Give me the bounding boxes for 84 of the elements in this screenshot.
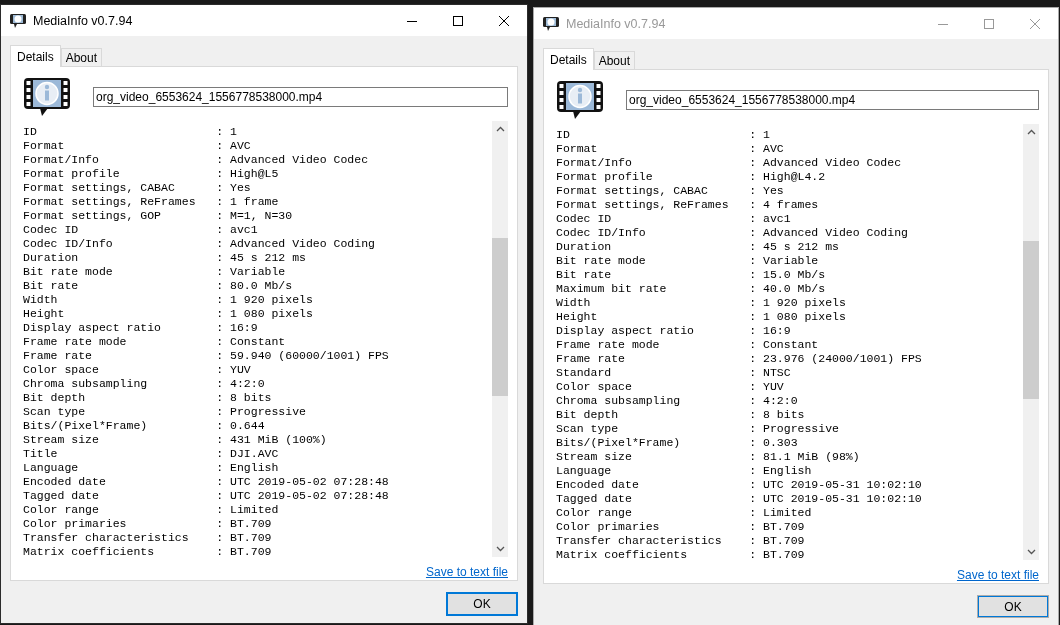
info-line: ID : 1 bbox=[556, 128, 771, 142]
info-line: Bit depth : 8 bits bbox=[23, 391, 273, 405]
info-line: Height : 1 080 pixels bbox=[556, 310, 847, 324]
info-line: Encoded date : UTC 2019-05-02 07:28:48 bbox=[23, 475, 390, 489]
info-line: Bits/(Pixel*Frame) : 0.303 bbox=[556, 436, 799, 450]
info-line: Codec ID/Info : Advanced Video Coding bbox=[23, 237, 376, 251]
info-line: Title : DJI.AVC bbox=[23, 447, 280, 461]
scroll-down-icon[interactable] bbox=[1026, 549, 1036, 555]
scroll-up-icon[interactable] bbox=[495, 126, 505, 132]
info-line: Stream size : 431 MiB (100%) bbox=[23, 433, 328, 447]
info-line: Maximum bit rate : 40.0 Mb/s bbox=[556, 282, 827, 296]
info-line: Format settings, CABAC : Yes bbox=[23, 181, 252, 195]
info-line: Bit rate : 80.0 Mb/s bbox=[23, 279, 294, 293]
info-line: Format settings, CABAC : Yes bbox=[556, 184, 785, 198]
info-line: Transfer characteristics : BT.709 bbox=[556, 534, 806, 548]
scroll-down-icon[interactable] bbox=[495, 546, 505, 552]
scrollbar[interactable] bbox=[1023, 124, 1039, 560]
save-to-file-link[interactable]: Save to text file bbox=[425, 565, 508, 579]
info-line: Frame rate mode : Constant bbox=[23, 335, 287, 349]
info-line: Duration : 45 s 212 ms bbox=[556, 240, 840, 254]
info-line: Tagged date : UTC 2019-05-02 07:28:48 bbox=[23, 489, 390, 503]
info-line: ID : 1 bbox=[23, 125, 238, 139]
info-line: Encoded date : UTC 2019-05-31 10:02:10 bbox=[556, 478, 923, 492]
info-line: Format settings, GOP : M=1, N=30 bbox=[23, 209, 294, 223]
info-line: Format/Info : Advanced Video Codec bbox=[556, 156, 903, 170]
film-info-icon bbox=[556, 80, 604, 120]
maximize-icon[interactable] bbox=[452, 14, 464, 27]
info-line: Bit rate mode : Variable bbox=[556, 254, 820, 268]
info-line: Tagged date : UTC 2019-05-31 10:02:10 bbox=[556, 492, 923, 506]
info-line: Language : English bbox=[23, 461, 280, 475]
info-line: Format settings, ReFrames : 1 frame bbox=[23, 195, 280, 209]
film-info-icon bbox=[23, 77, 71, 117]
info-bubble-icon bbox=[542, 15, 560, 32]
info-bubble-icon bbox=[9, 12, 27, 29]
info-line: Format : AVC bbox=[23, 139, 252, 153]
scrollbar-thumb[interactable] bbox=[1023, 241, 1039, 399]
info-line: Color primaries : BT.709 bbox=[23, 517, 273, 531]
info-line: Language : English bbox=[556, 464, 813, 478]
info-line: Height : 1 080 pixels bbox=[23, 307, 314, 321]
info-line: Format/Info : Advanced Video Codec bbox=[23, 153, 370, 167]
window-title: MediaInfo v0.7.94 bbox=[33, 13, 133, 28]
info-line: Bit rate : 15.0 Mb/s bbox=[556, 268, 827, 282]
info-line: Frame rate : 23.976 (24000/1001) FPS bbox=[556, 352, 923, 366]
info-line: Color range : Limited bbox=[556, 506, 813, 520]
info-line: Codec ID : avc1 bbox=[23, 223, 259, 237]
info-line: Format settings, ReFrames : 4 frames bbox=[556, 198, 820, 212]
scrollbar-thumb[interactable] bbox=[492, 238, 508, 396]
info-line: Codec ID/Info : Advanced Video Coding bbox=[556, 226, 909, 240]
info-line: Color range : Limited bbox=[23, 503, 280, 517]
info-text-area[interactable] bbox=[23, 121, 508, 557]
info-line: Format : AVC bbox=[556, 142, 785, 156]
info-line: Transfer characteristics : BT.709 bbox=[23, 531, 273, 545]
info-line: Chroma subsampling : 4:2:0 bbox=[23, 377, 266, 391]
info-line: Frame rate : 59.940 (60000/1001) FPS bbox=[23, 349, 390, 363]
info-line: Matrix coefficients : BT.709 bbox=[23, 545, 273, 557]
info-line: Color space : YUV bbox=[23, 363, 252, 377]
info-line: Display aspect ratio : 16:9 bbox=[556, 324, 792, 338]
info-line: Stream size : 81.1 MiB (98%) bbox=[556, 450, 861, 464]
close-icon[interactable] bbox=[498, 14, 510, 27]
file-name-field[interactable]: org_video_6553624_1556778538000.mp4 bbox=[93, 87, 508, 107]
info-line: Scan type : Progressive bbox=[23, 405, 307, 419]
info-line: Width : 1 920 pixels bbox=[556, 296, 847, 310]
info-line: Color space : YUV bbox=[556, 380, 785, 394]
info-line: Chroma subsampling : 4:2:0 bbox=[556, 394, 799, 408]
info-line: Scan type : Progressive bbox=[556, 422, 840, 436]
scrollbar[interactable] bbox=[492, 121, 508, 557]
window-title: MediaInfo v0.7.94 bbox=[566, 16, 666, 31]
info-line: Bits/(Pixel*Frame) : 0.644 bbox=[23, 419, 266, 433]
info-line: Frame rate mode : Constant bbox=[556, 338, 820, 352]
ok-button[interactable]: OK bbox=[446, 592, 518, 616]
info-line: Codec ID : avc1 bbox=[556, 212, 792, 226]
tab[interactable]: About bbox=[60, 48, 103, 66]
info-line: Standard : NTSC bbox=[556, 366, 792, 380]
info-line: Format profile : High@L4.2 bbox=[556, 170, 827, 184]
info-line: Duration : 45 s 212 ms bbox=[23, 251, 307, 265]
info-line: Display aspect ratio : 16:9 bbox=[23, 321, 259, 335]
scroll-up-icon[interactable] bbox=[1026, 129, 1036, 135]
info-line: Bit depth : 8 bits bbox=[556, 408, 806, 422]
info-line: Format profile : High@L5 bbox=[23, 167, 280, 181]
info-line: Width : 1 920 pixels bbox=[23, 293, 314, 307]
info-line: Bit rate mode : Variable bbox=[23, 265, 287, 279]
info-line: Matrix coefficients : BT.709 bbox=[556, 548, 806, 560]
tab[interactable]: Details bbox=[10, 45, 61, 67]
info-line: Color primaries : BT.709 bbox=[556, 520, 806, 534]
